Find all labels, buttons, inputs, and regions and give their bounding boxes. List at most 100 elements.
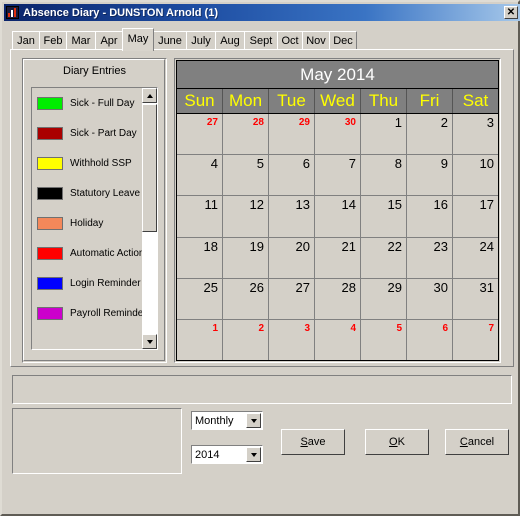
save-button[interactable]: Save [281,429,345,455]
tab-label: Oct [281,35,299,47]
chevron-down-icon[interactable] [246,447,261,462]
scrollbar-thumb[interactable] [142,104,157,232]
tab-nov[interactable]: Nov [302,31,330,50]
calendar-day-number: 31 [479,279,494,295]
tab-oct[interactable]: Oct [277,31,303,50]
calendar-day-header-fri: Fri [407,89,453,113]
calendar-week-row: 1 2 3 4 5 6 7 [177,319,498,361]
tab-label: Sept [249,35,273,47]
calendar-day-number: 27 [206,117,218,128]
tab-aug[interactable]: Aug [215,31,245,50]
tab-dec[interactable]: Dec [329,31,357,50]
calendar-day-cell[interactable]: 25 [177,278,223,319]
calendar-day-cell[interactable]: 2 [407,114,453,155]
calendar-day-number: 7 [488,322,494,334]
calendar-day-cell[interactable]: 2 [223,319,269,361]
calendar-day-number: 30 [433,279,448,295]
calendar-day-cell[interactable]: 14 [315,196,361,237]
diary-entry-item[interactable]: Statutory Leave [32,178,144,208]
tab-feb[interactable]: Feb [39,31,67,50]
calendar-day-cell[interactable]: 6 [269,155,315,196]
tab-may[interactable]: May [122,28,154,51]
calendar-day-number: 29 [387,279,402,295]
calendar-day-cell[interactable]: 29 [269,114,315,155]
close-icon[interactable]: ✕ [504,6,518,19]
tab-apr[interactable]: Apr [95,31,123,50]
calendar-day-header-mon: Mon [223,89,269,113]
calendar-day-number: 13 [295,197,310,213]
bar-chart-icon [6,6,19,19]
calendar-day-cell[interactable]: 30 [315,114,361,155]
notes-panel [12,408,182,474]
calendar-day-cell[interactable]: 6 [407,319,453,361]
calendar-day-cell[interactable]: 23 [407,237,453,278]
tab-label: Nov [306,35,326,47]
calendar-day-cell[interactable]: 22 [361,237,407,278]
calendar-day-cell[interactable]: 21 [315,237,361,278]
diary-entry-item[interactable]: Login Reminder [32,268,144,298]
calendar-day-number: 22 [387,238,402,254]
diary-entry-item[interactable]: Automatic Action [32,238,144,268]
ok-button[interactable]: OK [365,429,429,455]
calendar-day-cell[interactable]: 5 [223,155,269,196]
diary-entry-item[interactable]: Sick - Full Day [32,88,144,118]
calendar-day-cell[interactable]: 28 [315,278,361,319]
scroll-up-icon[interactable] [142,88,157,103]
calendar-day-cell[interactable]: 12 [223,196,269,237]
diary-entry-item[interactable]: Payroll Reminder [32,298,147,328]
diary-entries-scrollbar[interactable] [142,88,157,349]
year-dropdown[interactable]: 2014 [191,445,263,464]
calendar-day-cell[interactable]: 20 [269,237,315,278]
calendar-day-cell[interactable]: 3 [453,114,498,154]
calendar-day-cell[interactable]: 13 [269,196,315,237]
tab-label: Mar [71,35,91,47]
calendar-day-cell[interactable]: 3 [269,319,315,361]
calendar-frame: May 2014 Sun Mon Tue Wed Thu Fri Sat 27 28 29 30 1… [176,60,499,361]
calendar-day-cell[interactable]: 7 [453,320,498,360]
tab-jan[interactable]: Jan [12,31,40,50]
calendar-day-cell[interactable]: 10 [453,155,498,195]
diary-entry-color-swatch [37,96,63,110]
scroll-down-icon[interactable] [142,334,157,349]
calendar-day-cell[interactable]: 5 [361,319,407,361]
calendar-day-cell[interactable]: 16 [407,196,453,237]
calendar-day-cell[interactable]: 4 [177,155,223,196]
calendar-day-cell[interactable]: 27 [177,114,223,155]
calendar-day-number: 18 [203,238,218,254]
calendar-day-cell[interactable]: 11 [177,196,223,237]
period-dropdown[interactable]: Monthly [191,411,263,430]
calendar-day-cell[interactable]: 31 [453,279,498,319]
tab-sept[interactable]: Sept [244,31,278,50]
calendar-day-cell[interactable]: 1 [361,114,407,155]
calendar-grid: 27 28 29 30 1 2 3 4 5 6 7 8 9 10 11 12 13 14 15 16 17 18 19 20 2… [177,114,498,361]
calendar-day-cell[interactable]: 15 [361,196,407,237]
calendar-day-number: 14 [341,197,356,213]
diary-entry-item[interactable]: Holiday [32,208,144,238]
calendar-day-cell[interactable]: 7 [315,155,361,196]
calendar-day-cell[interactable]: 27 [269,278,315,319]
calendar-day-cell[interactable]: 9 [407,155,453,196]
calendar-day-cell[interactable]: 30 [407,278,453,319]
calendar-day-cell[interactable]: 28 [223,114,269,155]
tab-label: July [191,35,211,47]
calendar-day-number: 2 [440,115,448,130]
tab-july[interactable]: July [186,31,216,50]
calendar-day-cell[interactable]: 19 [223,237,269,278]
calendar-day-cell[interactable]: 1 [177,319,223,361]
calendar-day-cell[interactable]: 4 [315,319,361,361]
diary-entry-item[interactable]: Sick - Part Day [32,118,144,148]
calendar-day-number: 30 [344,117,356,128]
tab-june[interactable]: June [153,31,187,50]
tab-mar[interactable]: Mar [66,31,96,50]
calendar-day-cell[interactable]: 8 [361,155,407,196]
diary-entries-list[interactable]: Sick - Full Day Sick - Part Day Withhold S… [31,87,158,350]
calendar-day-cell[interactable]: 29 [361,278,407,319]
calendar-day-cell[interactable]: 18 [177,237,223,278]
calendar-day-cell[interactable]: 26 [223,278,269,319]
chevron-down-icon[interactable] [246,413,261,428]
calendar-day-cell[interactable]: 24 [453,238,498,278]
diary-entry-item[interactable]: Withhold SSP [32,148,144,178]
cancel-button[interactable]: Cancel [445,429,509,455]
diary-entry-label: Sick - Full Day [70,97,135,109]
calendar-day-cell[interactable]: 17 [453,196,498,236]
